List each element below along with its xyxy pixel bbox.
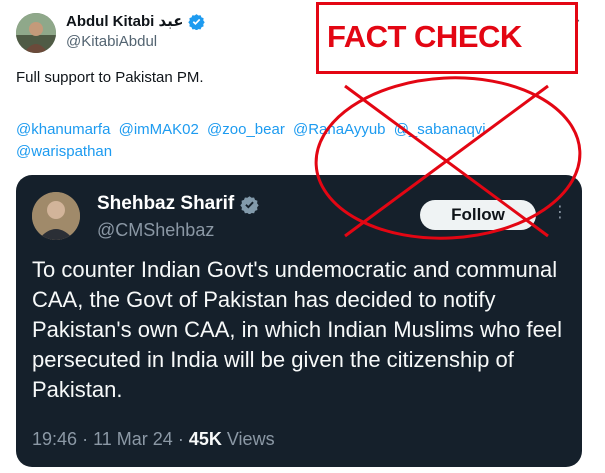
mention-link[interactable]: @_sabanaqvi <box>394 121 486 138</box>
meta-separator: · <box>177 429 184 449</box>
verified-badge-icon <box>187 13 205 30</box>
verified-badge-icon <box>240 195 259 214</box>
mention-link[interactable]: @warispathan <box>16 143 112 160</box>
mentions: @khanumarfa @imMAK02 @zoo_bear @RanaAyyu… <box>16 119 576 163</box>
quoted-tweet-text: To counter Indian Govt's undemocratic an… <box>32 257 562 402</box>
quoted-author-row: Shehbaz Sharif <box>97 193 259 215</box>
quoted-avatar[interactable] <box>32 192 80 240</box>
follow-button[interactable]: Follow <box>420 200 536 230</box>
tweet-text: Full support to Pakistan PM. <box>16 69 204 86</box>
author-row: Abdul Kitabi عبد <box>66 12 205 30</box>
tweet-metadata: 19:46 · 11 Mar 24 · 45K Views <box>32 429 275 450</box>
author-handle[interactable]: @KitabiAbdul <box>66 33 157 50</box>
views-count: 45K <box>188 429 222 449</box>
avatar[interactable] <box>16 13 56 53</box>
tweet-time[interactable]: 19:46 <box>32 429 77 449</box>
meta-separator: · <box>82 429 89 449</box>
tweet-date[interactable]: 11 Mar 24 <box>93 429 173 449</box>
mention-link[interactable]: @zoo_bear <box>207 121 285 138</box>
quoted-author-name[interactable]: Shehbaz Sharif <box>97 193 234 215</box>
mention-link[interactable]: @RanaAyyub <box>293 121 386 138</box>
quoted-author-handle[interactable]: @CMShehbaz <box>97 220 214 241</box>
fact-check-label: FACT CHECK <box>327 19 522 54</box>
fact-check-box: FACT CHECK <box>316 2 578 74</box>
mention-link[interactable]: @khanumarfa <box>16 121 110 138</box>
more-options-icon[interactable]: ⋮ <box>552 202 568 222</box>
quoted-tweet-card[interactable]: Shehbaz Sharif @CMShehbaz Follow ⋮ To co… <box>16 175 582 467</box>
author-name[interactable]: Abdul Kitabi عبد <box>66 12 184 30</box>
mention-link[interactable]: @imMAK02 <box>119 121 199 138</box>
views-label: Views <box>226 429 275 449</box>
